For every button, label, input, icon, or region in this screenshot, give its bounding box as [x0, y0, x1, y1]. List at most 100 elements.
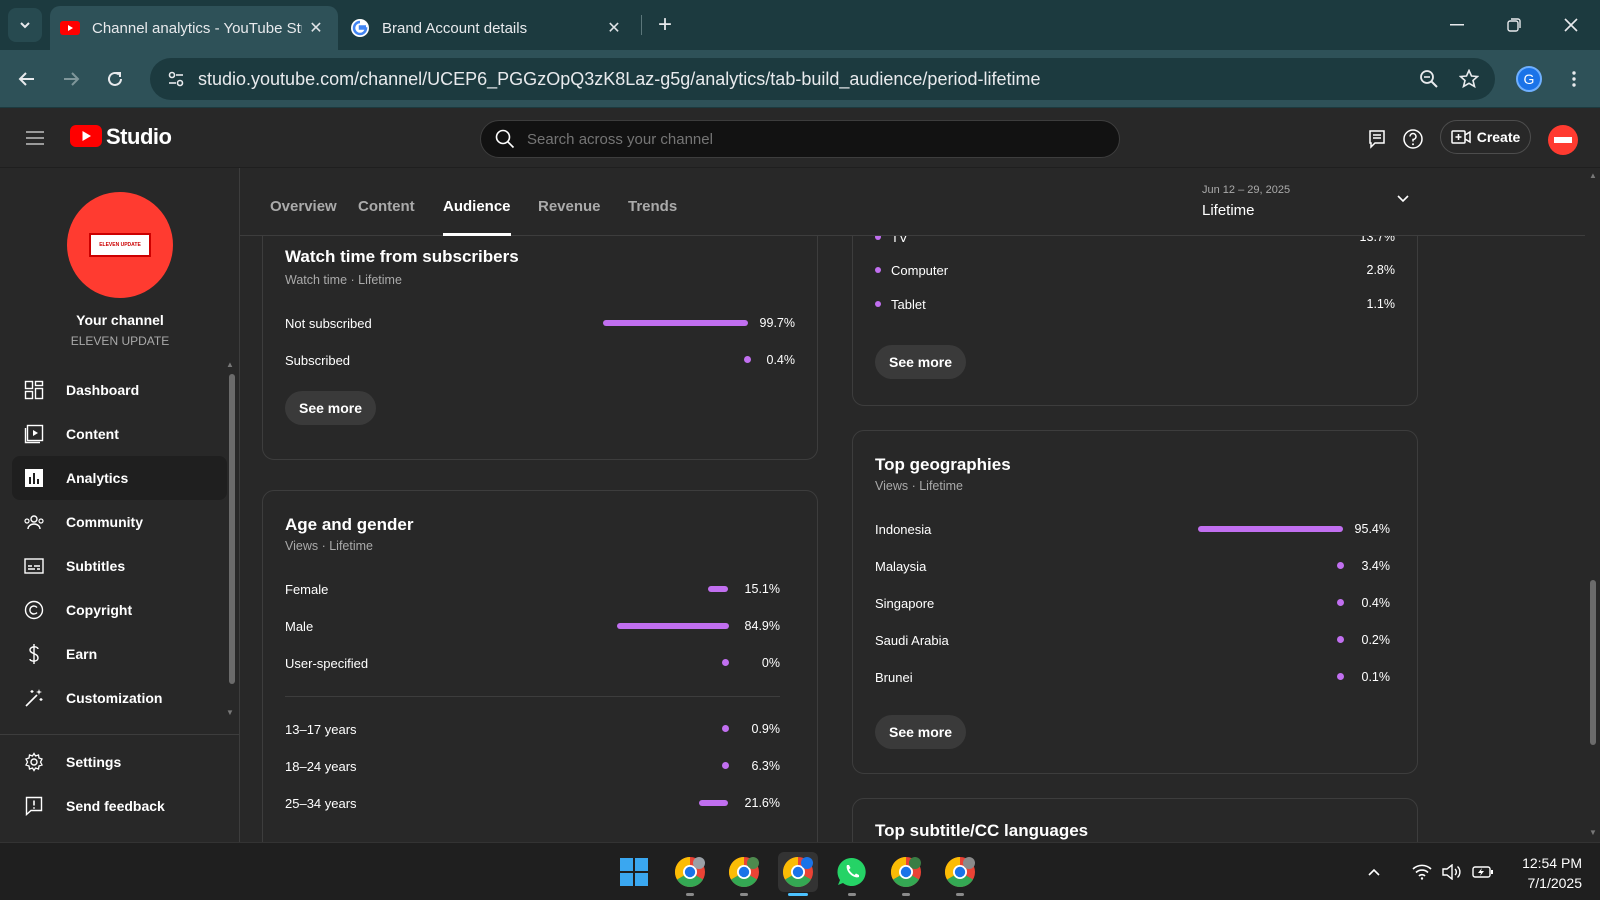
system-clock[interactable]: 12:54 PM 7/1/2025 [1502, 853, 1582, 893]
reload-icon [108, 71, 122, 86]
value-bar [708, 586, 728, 592]
subtitles-icon [22, 554, 46, 578]
volume-status[interactable] [1440, 852, 1464, 892]
row-value: 13.7% [1359, 236, 1395, 244]
browser-tab[interactable]: Brand Account details ✕ [344, 6, 636, 50]
content-icon [22, 422, 46, 446]
browser-menu-button[interactable] [1557, 62, 1591, 96]
site-info-icon[interactable] [156, 59, 196, 99]
analytics-content: Watch time from subscribers Watch time ·… [240, 236, 1585, 842]
sidebar-item-community[interactable]: Community [12, 500, 227, 544]
arrow-right-icon [64, 72, 80, 86]
restore-button[interactable] [1485, 0, 1542, 50]
search-input[interactable] [527, 130, 1119, 148]
help-button[interactable] [1398, 124, 1428, 154]
row-label: TV [891, 236, 908, 245]
sidebar-item-label: Subtitles [66, 558, 126, 574]
scroll-up-arrow-icon[interactable]: ▲ [1589, 171, 1597, 180]
tab-overview[interactable]: Overview [270, 198, 337, 236]
period-selector[interactable]: Jun 12 – 29, 2025 Lifetime [1202, 184, 1412, 224]
chrome-taskbar-button[interactable] [724, 852, 764, 892]
arrow-left-icon [18, 72, 34, 86]
row-value: 0.1% [1361, 670, 1391, 684]
chevron-up-icon [1368, 868, 1380, 876]
sidebar-item-content[interactable]: Content [12, 412, 227, 456]
back-button[interactable] [10, 62, 44, 96]
sidebar-item-dashboard[interactable]: Dashboard [12, 368, 227, 412]
chrome-taskbar-button[interactable] [670, 852, 710, 892]
close-tab-icon[interactable]: ✕ [302, 14, 330, 42]
see-more-button[interactable]: See more [875, 345, 967, 379]
help-icon [1403, 129, 1423, 149]
browser-profile-avatar[interactable]: G [1516, 66, 1542, 92]
minimize-button[interactable] [1428, 0, 1485, 50]
battery-status[interactable] [1470, 852, 1496, 892]
row-label: 25–34 years [285, 795, 357, 811]
messages-button[interactable] [1362, 124, 1392, 154]
chrome-taskbar-button[interactable] [886, 852, 926, 892]
tab-trends[interactable]: Trends [628, 198, 677, 236]
chrome-taskbar-button-active[interactable] [778, 852, 818, 892]
menu-button[interactable] [22, 125, 48, 151]
browser-tab-active[interactable]: Channel analytics - YouTube Studio ✕ [50, 6, 338, 50]
list-item: 25–34 years 21.6% [285, 793, 780, 813]
main-scrollbar-thumb[interactable] [1590, 580, 1596, 745]
sidebar-item-label: Settings [66, 754, 122, 770]
close-window-button[interactable] [1542, 0, 1599, 50]
tab-content[interactable]: Content [358, 198, 415, 236]
zoom-button[interactable] [1412, 62, 1446, 96]
sidebar-item-analytics[interactable]: Analytics [12, 456, 227, 500]
scroll-down-arrow-icon[interactable]: ▼ [1589, 828, 1597, 837]
scroll-up-arrow-icon[interactable]: ▲ [226, 360, 234, 369]
create-button[interactable]: Create [1440, 120, 1531, 154]
card-title: Top subtitle/CC languages [875, 821, 1089, 840]
reload-button[interactable] [98, 62, 132, 96]
card-title: Age and gender [285, 515, 414, 534]
bookmark-button[interactable] [1452, 62, 1486, 96]
sidebar-scrollbar[interactable] [229, 374, 235, 684]
sidebar-item-send-feedback[interactable]: Send feedback [12, 784, 227, 828]
row-value: 0.2% [1361, 633, 1391, 647]
sidebar-item-subtitles[interactable]: Subtitles [12, 544, 227, 588]
studio-logo[interactable]: Studio [70, 124, 172, 150]
sidebar-item-customization[interactable]: Customization [12, 676, 227, 720]
tab-revenue[interactable]: Revenue [538, 198, 601, 236]
start-button[interactable] [614, 852, 654, 892]
forward-button[interactable] [54, 62, 88, 96]
windows-taskbar: 12:54 PM 7/1/2025 [0, 842, 1600, 900]
value-bar [699, 800, 728, 806]
whatsapp-taskbar-button[interactable] [832, 852, 872, 892]
chevron-down-icon [20, 22, 30, 29]
tab-search-button[interactable] [8, 8, 42, 42]
search-bar[interactable] [480, 120, 1120, 158]
show-hidden-icons-button[interactable] [1362, 852, 1386, 892]
active-indicator [788, 893, 808, 896]
sidebar-item-copyright[interactable]: Copyright [12, 588, 227, 632]
url-text[interactable]: studio.youtube.com/channel/UCEP6_PGGzOpQ… [198, 69, 1495, 90]
address-bar[interactable]: studio.youtube.com/channel/UCEP6_PGGzOpQ… [150, 58, 1495, 100]
tab-audience[interactable]: Audience [443, 198, 511, 236]
wifi-icon [1412, 864, 1432, 880]
copyright-icon [22, 598, 46, 622]
wifi-status[interactable] [1410, 852, 1434, 892]
sidebar-item-earn[interactable]: Earn [12, 632, 227, 676]
channel-name: ELEVEN UPDATE [70, 334, 170, 348]
list-item: Singapore 0.4% [875, 593, 1395, 613]
running-indicator [686, 893, 694, 896]
scroll-down-arrow-icon[interactable]: ▼ [226, 708, 234, 717]
value-bar [1198, 526, 1343, 532]
chrome-taskbar-button[interactable] [940, 852, 980, 892]
see-more-button[interactable]: See more [875, 715, 967, 749]
account-avatar[interactable] [1548, 125, 1578, 155]
sidebar-item-settings[interactable]: Settings [12, 740, 227, 784]
close-tab-icon[interactable]: ✕ [600, 14, 628, 42]
sidebar-item-label: Copyright [66, 602, 133, 618]
see-more-button[interactable]: See more [285, 391, 377, 425]
list-item: Indonesia 95.4% [875, 519, 1395, 539]
search-icon [495, 129, 515, 149]
new-tab-button[interactable]: + [650, 10, 680, 40]
card-title: Watch time from subscribers [285, 247, 519, 266]
row-label: 18–24 years [285, 758, 357, 774]
value-bar [617, 623, 729, 629]
channel-avatar[interactable]: ELEVEN UPDATE [67, 192, 173, 298]
